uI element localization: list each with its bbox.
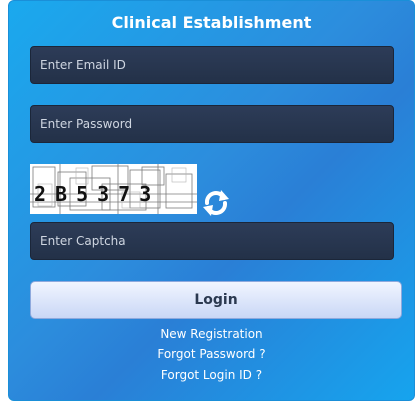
- login-panel: Clinical Establishment Enter Email ID 2B…: [8, 0, 415, 401]
- email-field[interactable]: [30, 46, 394, 84]
- captcha-field[interactable]: [30, 222, 394, 260]
- new-registration-link[interactable]: New Registration: [9, 327, 414, 341]
- captcha-image: 2B5373: [30, 164, 197, 214]
- captcha-text: 2B5373: [34, 182, 160, 206]
- forgot-password-link[interactable]: Forgot Password ?: [9, 347, 414, 361]
- forgot-login-id-link[interactable]: Forgot Login ID ?: [9, 368, 414, 382]
- login-button[interactable]: Login: [30, 281, 402, 319]
- refresh-icon[interactable]: [199, 186, 233, 220]
- panel-title: Clinical Establishment: [111, 13, 312, 32]
- password-field[interactable]: [30, 105, 394, 143]
